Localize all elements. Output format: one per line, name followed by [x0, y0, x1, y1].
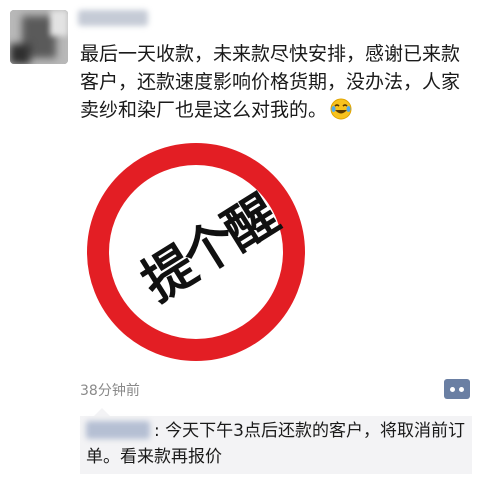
post-text: 最后一天收款，未来款尽快安排，感谢已来款客户，还款速度影响价格货期，没办法，人家…: [80, 40, 472, 124]
comment-dots-icon-dot: [459, 386, 464, 392]
post-text-content: 最后一天收款，未来款尽快安排，感谢已来款客户，还款速度影响价格货期，没办法，人家…: [80, 43, 461, 121]
crying-laughing-emoji-icon: [330, 98, 352, 120]
comment-text[interactable]: : 今天下午3点后还款的客户，将取消前订单。看来款再报价: [86, 418, 466, 470]
comment-dots-icon: [450, 386, 455, 392]
poster-nickname[interactable]: [78, 10, 148, 26]
post-timestamp: 38分钟前: [80, 383, 140, 399]
avatar[interactable]: [10, 10, 68, 64]
post-image[interactable]: 提 个 醒: [80, 136, 311, 368]
reminder-sign-image: 提 个 醒: [80, 136, 311, 368]
comment-button[interactable]: [444, 379, 470, 399]
comment-area: : 今天下午3点后还款的客户，将取消前订单。看来款再报价: [80, 408, 472, 474]
